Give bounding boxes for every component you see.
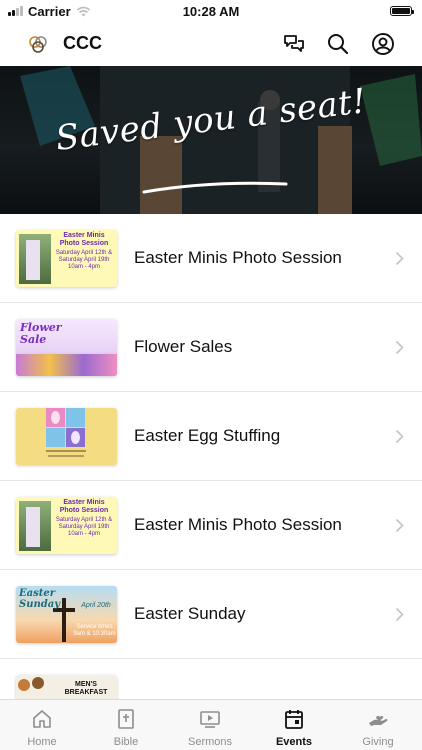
home-icon: [33, 710, 51, 728]
thumb-text: Saturday April 12th &: [55, 517, 113, 523]
thumb-text: Service times: [76, 624, 113, 630]
tab-label: Home: [27, 736, 57, 748]
event-thumbnail: Flower Sale: [16, 319, 117, 376]
event-title: Easter Sunday: [134, 604, 246, 623]
thumb-text: MEN'S: [75, 681, 97, 688]
thumb-text: Easter Minis: [63, 499, 105, 506]
thumb-text: Saturday April 19th: [58, 524, 110, 530]
event-thumbnail: Easter Sunday April 20th Service times 9…: [16, 586, 117, 643]
tab-giving[interactable]: Giving: [336, 700, 420, 750]
chevron-right-icon: [395, 251, 404, 266]
status-bar: Carrier 10:28 AM: [0, 0, 422, 22]
event-row[interactable]: Easter Sunday April 20th Service times 9…: [0, 570, 422, 659]
chevron-right-icon: [395, 607, 404, 622]
tab-label: Events: [275, 736, 313, 748]
thumb-text: 9am & 10:30am: [73, 631, 116, 637]
thumb-text: BREAKFAST: [64, 689, 108, 696]
thumb-text: April 20th: [81, 602, 111, 609]
event-title: Easter Minis Photo Session: [134, 515, 342, 534]
tab-events[interactable]: Events: [252, 700, 336, 750]
tab-sermons[interactable]: Sermons: [168, 700, 252, 750]
status-time: 10:28 AM: [182, 3, 240, 19]
event-thumbnail: [16, 408, 117, 465]
search-icon[interactable]: [326, 32, 350, 56]
tab-label: Sermons: [187, 736, 233, 748]
sermons-icon: [200, 711, 220, 728]
giving-icon: [369, 715, 388, 726]
battery-icon: [390, 6, 414, 16]
event-thumbnail: Easter Minis Photo Session Saturday Apri…: [16, 497, 117, 554]
chevron-right-icon: [395, 518, 404, 533]
hero-underline: [142, 181, 288, 194]
thumb-text: 10am - 4pm: [67, 264, 100, 270]
event-title: Easter Egg Stuffing: [134, 426, 281, 445]
thumb-text: Flower Sale: [20, 321, 62, 346]
event-row[interactable]: Flower Sale Flower Sales: [0, 303, 422, 392]
event-title: Easter Minis Photo Session: [134, 248, 342, 267]
thumb-text: Saturday April 19th: [58, 257, 110, 263]
tab-label: Bible: [113, 736, 139, 748]
bible-icon: [118, 709, 134, 729]
chevron-right-icon: [395, 340, 404, 355]
event-row[interactable]: Easter Minis Photo Session Saturday Apri…: [0, 214, 422, 303]
events-icon: [285, 710, 303, 729]
hero-banner[interactable]: Saved you a seat!: [0, 66, 422, 214]
thumb-text: Photo Session: [59, 240, 109, 247]
chat-icon[interactable]: [282, 32, 306, 56]
chevron-right-icon: [395, 429, 404, 444]
thumb-text: Easter Minis: [63, 232, 105, 239]
event-thumbnail: Easter Minis Photo Session Saturday Apri…: [16, 230, 117, 287]
thumb-text: Photo Session: [59, 507, 109, 514]
tab-label: Giving: [362, 736, 394, 748]
profile-icon[interactable]: [371, 32, 395, 56]
event-title: Flower Sales: [134, 337, 233, 356]
event-row[interactable]: Easter Egg Stuffing: [0, 392, 422, 481]
tab-home[interactable]: Home: [0, 700, 84, 750]
tab-bible[interactable]: Bible: [84, 700, 168, 750]
thumb-text: Saturday April 12th &: [55, 250, 113, 256]
tab-bar: Home Bible Sermons Events Giving: [0, 699, 422, 750]
thumb-text: 10am - 4pm: [67, 531, 100, 537]
app-header: CCC: [0, 22, 422, 66]
logo-icon: [29, 36, 47, 53]
app-title: CCC: [63, 33, 102, 53]
event-row[interactable]: Easter Minis Photo Session Saturday Apri…: [0, 481, 422, 570]
